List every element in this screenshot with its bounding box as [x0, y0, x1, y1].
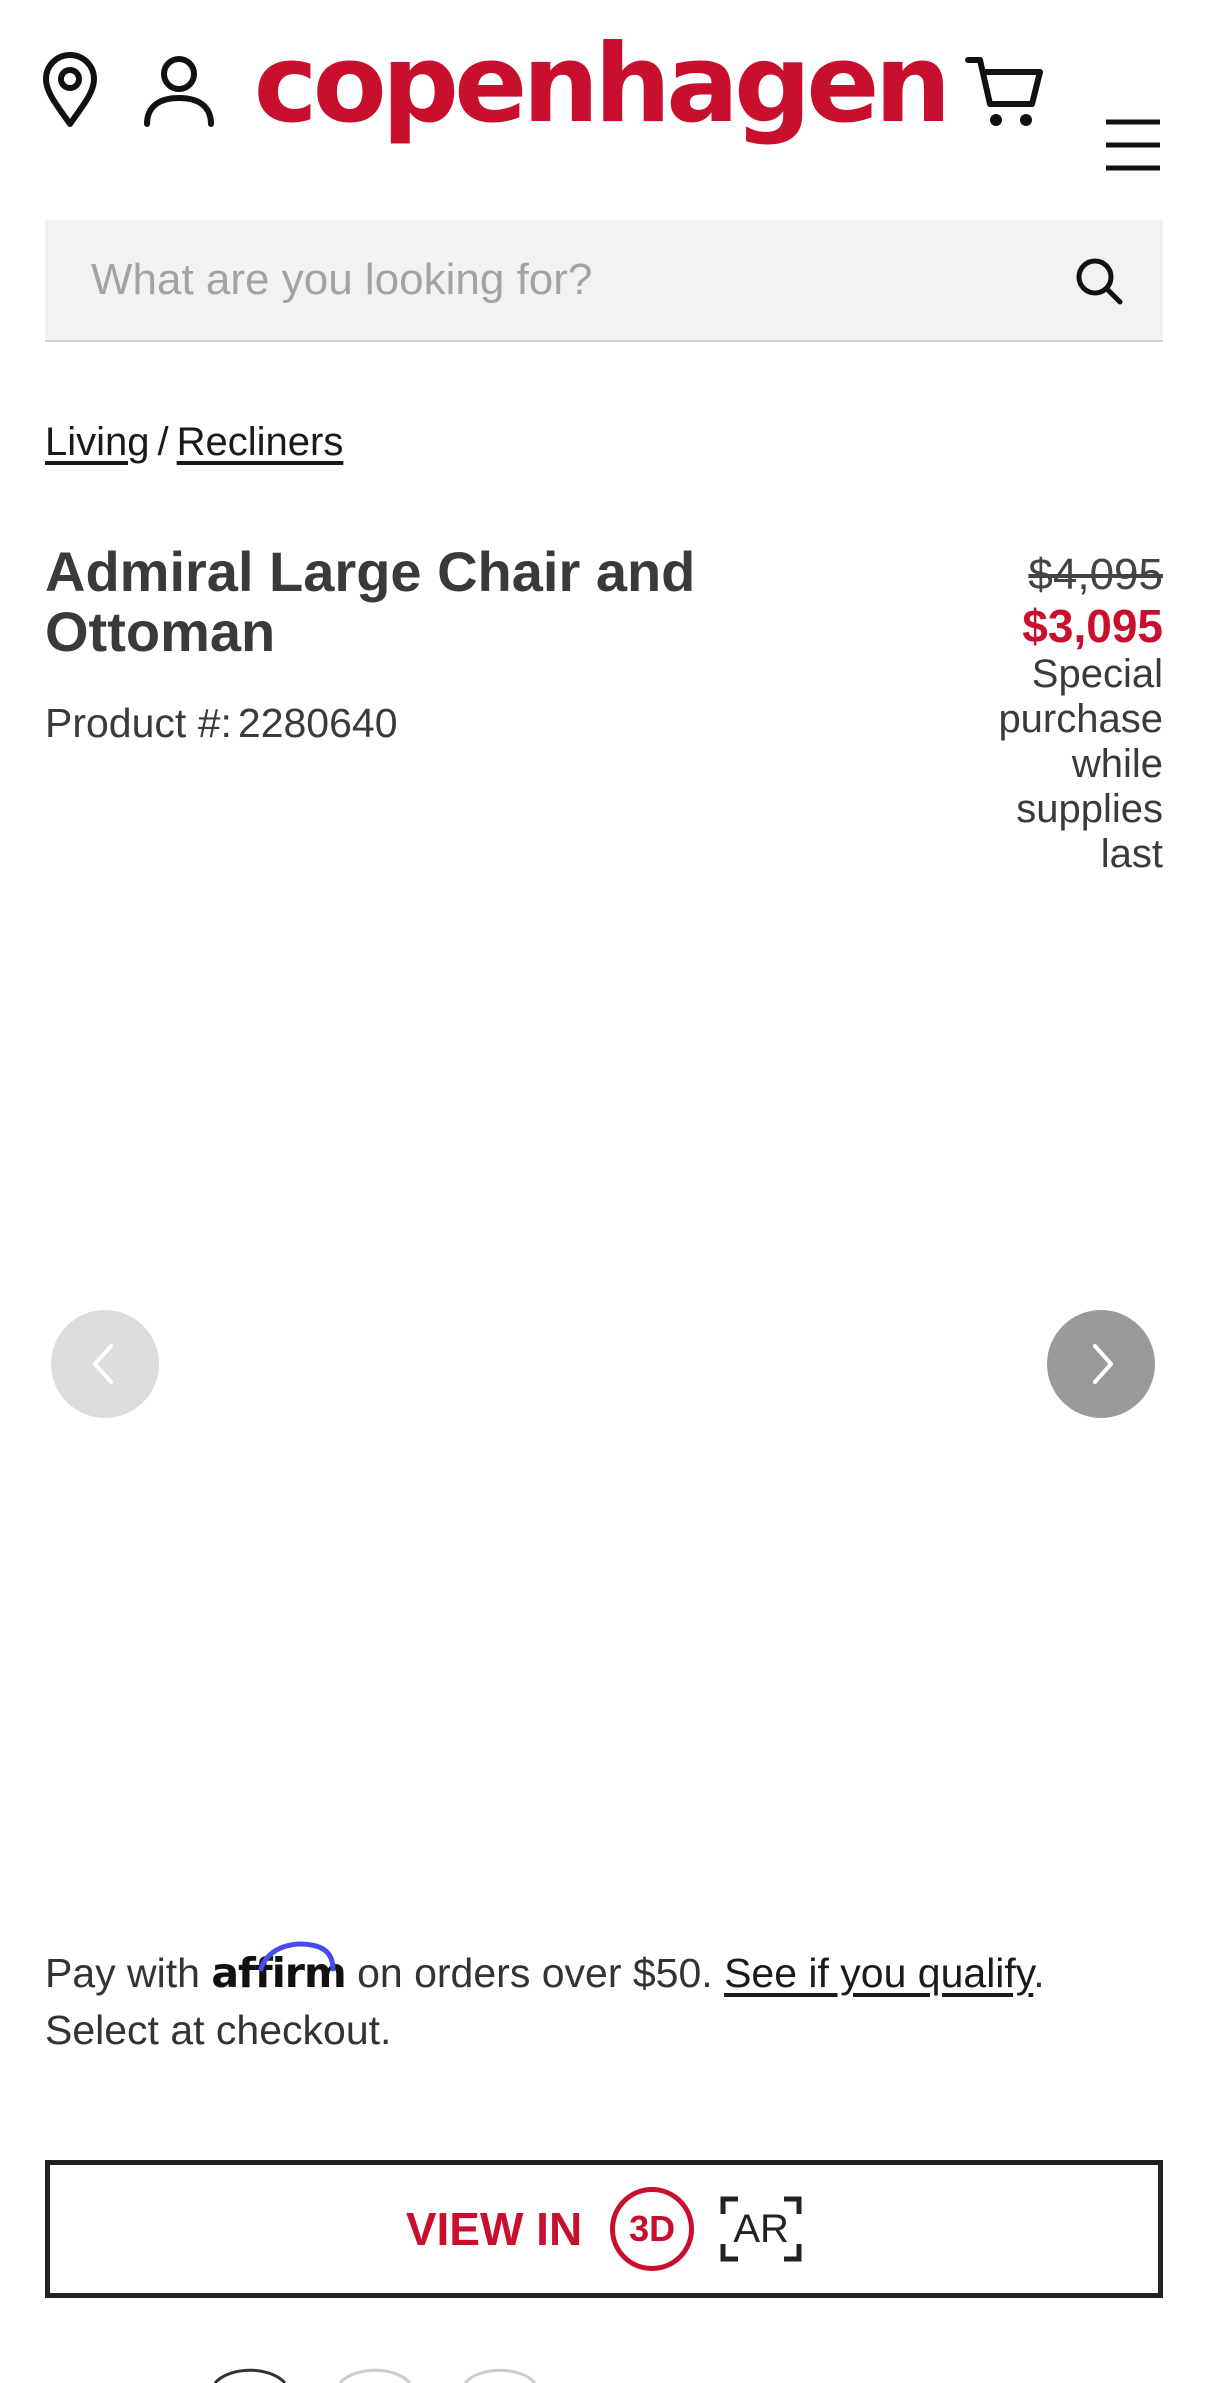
breadcrumb-living[interactable]: Living — [45, 420, 150, 464]
chevron-left-icon — [93, 1344, 113, 1384]
3d-badge-text: 3D — [629, 2208, 676, 2249]
store-locator-button[interactable] — [38, 52, 102, 133]
menu-icon — [1106, 119, 1160, 171]
thumbnail-edges — [213, 2368, 537, 2383]
product-number-value: 2280640 — [237, 700, 398, 746]
search-input[interactable] — [45, 220, 1045, 340]
product-image — [196, 995, 1041, 1764]
3d-badge-icon: 3D — [610, 2187, 695, 2271]
breadcrumb: Living / Recliners — [45, 420, 343, 465]
location-pin-icon — [43, 52, 97, 127]
financing-middle: on orders over $50. — [357, 1950, 713, 1996]
product-image-carousel — [0, 900, 1206, 1820]
breadcrumb-separator: / — [157, 420, 169, 464]
ar-badge-icon: AR — [720, 2196, 802, 2262]
view-in-3d-ar-button[interactable]: VIEW IN 3D AR — [45, 2160, 1163, 2298]
financing-line2: Select at checkout. — [45, 2007, 392, 2053]
financing-message: Pay with affirm on orders over $50. See … — [45, 1941, 1165, 2059]
brand-logo[interactable]: copenhagen — [254, 20, 952, 150]
account-button[interactable] — [142, 54, 216, 133]
breadcrumb-recliners[interactable]: Recliners — [177, 420, 344, 464]
chevron-right-icon — [1093, 1344, 1113, 1384]
search-icon — [1076, 258, 1123, 305]
product-number-label: Product #: — [45, 700, 232, 746]
financing-suffix: . — [1033, 1950, 1045, 1996]
carousel-prev-button[interactable] — [51, 1310, 159, 1418]
thumbnail-strip — [0, 2360, 1206, 2383]
menu-button[interactable] — [1104, 116, 1162, 179]
affirm-arc-icon — [258, 1941, 336, 1972]
original-price: $4,095 — [1028, 550, 1163, 599]
affirm-logo: affirm — [211, 1941, 347, 1997]
carousel-next-button[interactable] — [1047, 1310, 1155, 1418]
product-title: Admiral Large Chair and Ottoman — [45, 540, 696, 663]
product-number: Product #: 2280640 — [45, 700, 398, 747]
cart-button[interactable] — [964, 54, 1044, 135]
search-button[interactable] — [1073, 255, 1125, 312]
sale-price: $3,095 — [1022, 600, 1163, 652]
site-header: copenhagen — [0, 0, 1206, 200]
account-icon — [144, 56, 214, 127]
qualify-link[interactable]: See if you qualify — [724, 1950, 1033, 1996]
cart-icon — [965, 57, 1043, 126]
view-in-label: VIEW IN — [405, 2203, 583, 2255]
promo-text: Special purchase while supplies last — [998, 652, 1163, 876]
logo-text: copenhagen — [253, 22, 952, 147]
financing-prefix: Pay with — [45, 1950, 200, 1996]
price-block: $4,095 $3,095 Special purchase while sup… — [903, 550, 1163, 877]
ar-badge-text: AR — [733, 2206, 789, 2251]
search-bar — [45, 220, 1163, 342]
